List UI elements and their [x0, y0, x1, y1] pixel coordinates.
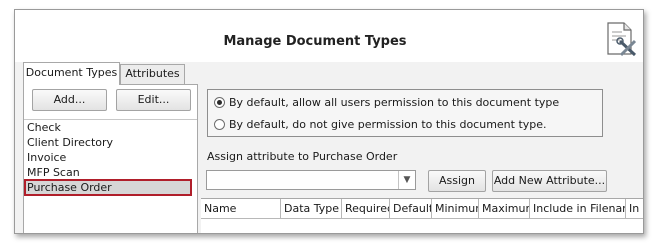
- manage-document-types-dialog: Manage Document Types Document Types Att…: [14, 9, 644, 234]
- tab-document-types[interactable]: Document Types: [23, 62, 120, 85]
- add-button[interactable]: Add...: [32, 89, 107, 111]
- document-types-panel: Add... Edit... Check Client Directory In…: [23, 84, 198, 233]
- column-header-name[interactable]: Name: [201, 199, 281, 219]
- column-header-default[interactable]: Default: [390, 199, 432, 219]
- document-type-details-panel: By default, allow all users permission t…: [201, 84, 643, 233]
- column-header-minimum[interactable]: Minimum: [432, 199, 479, 219]
- chevron-down-icon[interactable]: ▼: [398, 171, 415, 189]
- edit-button[interactable]: Edit...: [116, 89, 191, 111]
- list-item[interactable]: Client Directory: [24, 135, 197, 150]
- assign-button[interactable]: Assign: [428, 170, 486, 192]
- column-header-data-type[interactable]: Data Type: [281, 199, 342, 219]
- dialog-title: Manage Document Types: [223, 34, 407, 49]
- assign-attribute-label: Assign attribute to Purchase Order: [207, 150, 398, 163]
- permission-options-group: By default, allow all users permission t…: [207, 89, 603, 137]
- allow-permission-label: By default, allow all users permission t…: [229, 96, 560, 109]
- tab-attributes[interactable]: Attributes: [120, 64, 185, 84]
- allow-permission-option[interactable]: By default, allow all users permission t…: [214, 95, 559, 111]
- list-item-selected[interactable]: Purchase Order: [24, 179, 192, 196]
- column-header-maximum[interactable]: Maximum: [479, 199, 530, 219]
- column-header-include-in-filename[interactable]: Include in Filename: [530, 199, 626, 219]
- document-type-list: Check Client Directory Invoice MFP Scan …: [24, 119, 197, 233]
- radio-button-checked[interactable]: [214, 97, 225, 108]
- attribute-select[interactable]: ▼: [206, 170, 416, 190]
- list-item[interactable]: Check: [24, 120, 197, 135]
- deny-permission-label: By default, do not give permission to th…: [229, 118, 547, 131]
- column-header-required[interactable]: Required: [342, 199, 390, 219]
- document-tools-icon: [607, 22, 637, 57]
- list-item[interactable]: Invoice: [24, 150, 197, 165]
- deny-permission-option[interactable]: By default, do not give permission to th…: [214, 117, 547, 133]
- list-item[interactable]: MFP Scan: [24, 165, 197, 180]
- attributes-grid: Name Data Type Required Default Minimu m …: [201, 198, 643, 233]
- add-new-attribute-button[interactable]: Add New Attribute...: [492, 170, 607, 192]
- column-header-in[interactable]: In: [626, 199, 643, 219]
- dialog-header: Manage Document Types: [15, 10, 643, 62]
- radio-button-unchecked[interactable]: [214, 119, 225, 130]
